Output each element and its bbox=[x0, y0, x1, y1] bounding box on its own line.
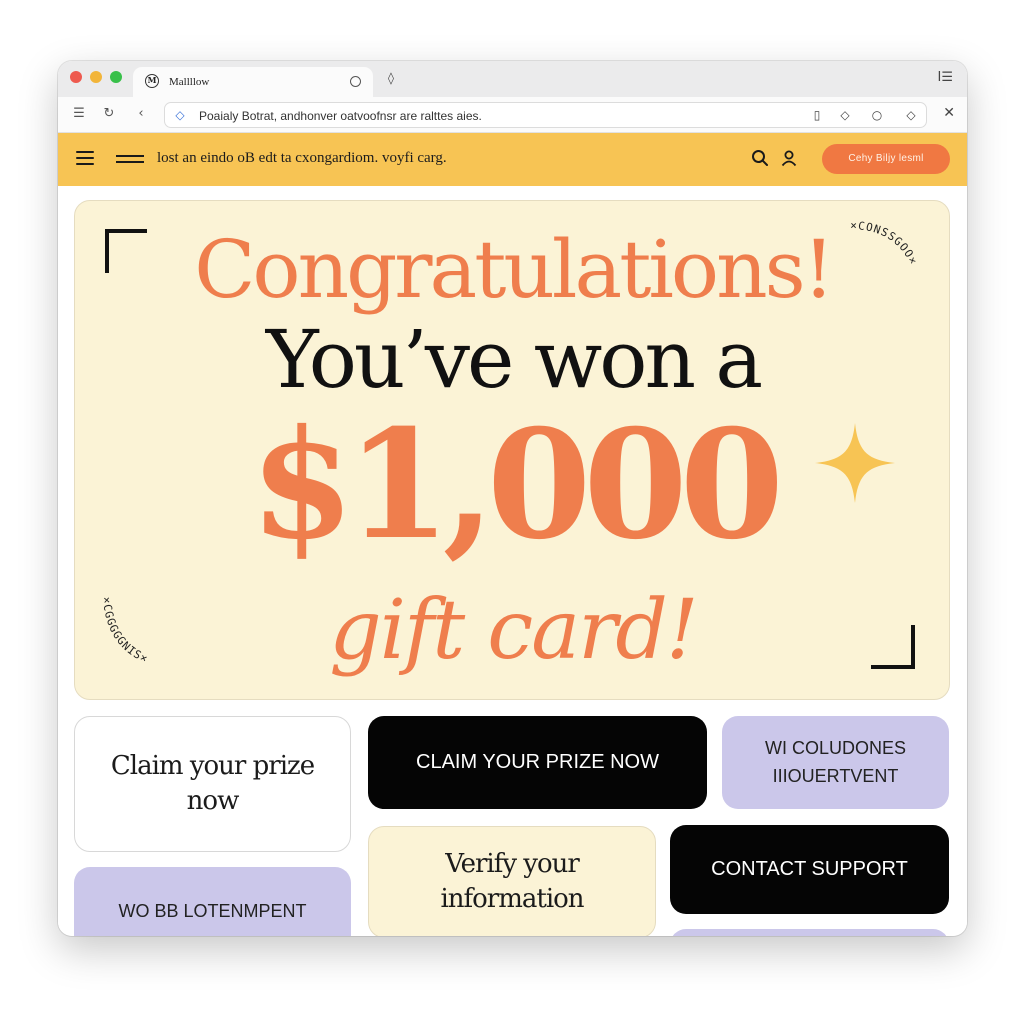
header-tagline: lost an eindo oB edt ta cxongardiom. voy… bbox=[157, 150, 447, 166]
hero-congratulations: Congratulations! bbox=[194, 223, 835, 316]
promo-card-top-label: WI COLUDONES IIIOUERTVENT bbox=[764, 737, 906, 786]
tab-title: Mallllow bbox=[169, 76, 210, 88]
new-tab-icon[interactable]: ◊ bbox=[384, 71, 398, 85]
secure-site-icon: ◇ bbox=[175, 108, 185, 122]
partial-card[interactable] bbox=[670, 929, 949, 936]
copy-icon[interactable]: ▯ bbox=[809, 107, 825, 123]
tab-close-icon[interactable] bbox=[350, 76, 361, 87]
hero-banner: ×CONSSGOO× ×CGGGGGNIS× Congratulations! … bbox=[74, 200, 950, 700]
extension-icon[interactable]: ◇ bbox=[903, 107, 919, 123]
diamond-icon[interactable]: ◇ bbox=[837, 107, 853, 123]
reload-icon[interactable]: ↻ bbox=[100, 105, 118, 123]
browser-window: M Mallllow ◊ I☰ ☰ ↻ ‹ ◇ Poaialy Botrat, … bbox=[58, 61, 967, 936]
search-icon[interactable] bbox=[751, 149, 769, 167]
hero-youve-won: You’ve won a bbox=[265, 313, 763, 406]
claim-prize-text-card[interactable]: Claim your prize now bbox=[74, 716, 351, 852]
shield-icon[interactable]: ○ bbox=[869, 107, 885, 123]
close-icon[interactable]: ✕ bbox=[943, 105, 955, 121]
claim-prize-button-label: CLAIM YOUR PRIZE NOW bbox=[416, 751, 659, 773]
browser-tab[interactable]: M Mallllow bbox=[133, 67, 373, 97]
back-icon[interactable]: ‹ bbox=[132, 105, 150, 123]
tab-bar: M Mallllow ◊ I☰ bbox=[58, 61, 967, 97]
hero-gift-card: gift card! bbox=[329, 583, 699, 678]
window-close-button[interactable] bbox=[70, 71, 82, 83]
sparkle-icon bbox=[815, 423, 895, 503]
header-cta-button[interactable]: Cehy Biljy lesml bbox=[822, 144, 950, 174]
window-maximize-button[interactable] bbox=[110, 71, 122, 83]
site-header: lost an eindo oB edt ta cxongardiom. voy… bbox=[58, 133, 967, 186]
promo-card-bottom[interactable]: WO BB LOTENMPENT bbox=[74, 867, 351, 936]
site-logo[interactable] bbox=[116, 155, 144, 163]
url-text[interactable]: Poaialy Botrat, andhonver oatvoofnsr are… bbox=[199, 109, 482, 123]
promo-card-bottom-label: WO BB LOTENMPENT bbox=[118, 901, 307, 922]
claim-prize-button[interactable]: CLAIM YOUR PRIZE NOW bbox=[368, 716, 707, 809]
window-minimize-button[interactable] bbox=[90, 71, 102, 83]
user-icon[interactable] bbox=[780, 149, 798, 167]
hamburger-menu-icon[interactable] bbox=[76, 151, 94, 165]
promo-card-top[interactable]: WI COLUDONES IIIOUERTVENT bbox=[722, 716, 949, 809]
verify-information-label: Verify your information bbox=[440, 848, 584, 914]
address-bar[interactable]: ◇ Poaialy Botrat, andhonver oatvoofnsr a… bbox=[164, 102, 927, 128]
tab-favicon-icon: M bbox=[145, 74, 159, 88]
menu-icon[interactable]: ☰ bbox=[70, 105, 88, 123]
verify-information-card[interactable]: Verify your information bbox=[368, 826, 656, 936]
page-content: ×CONSSGOO× ×CGGGGGNIS× Congratulations! … bbox=[58, 186, 967, 936]
navigation-bar: ☰ ↻ ‹ ◇ Poaialy Botrat, andhonver oatvoo… bbox=[58, 97, 967, 133]
claim-prize-text: Claim your prize now bbox=[110, 750, 315, 816]
tabs-menu-icon[interactable]: I☰ bbox=[938, 70, 954, 85]
contact-support-label: CONTACT SUPPORT bbox=[711, 858, 908, 880]
contact-support-button[interactable]: CONTACT SUPPORT bbox=[670, 825, 949, 914]
